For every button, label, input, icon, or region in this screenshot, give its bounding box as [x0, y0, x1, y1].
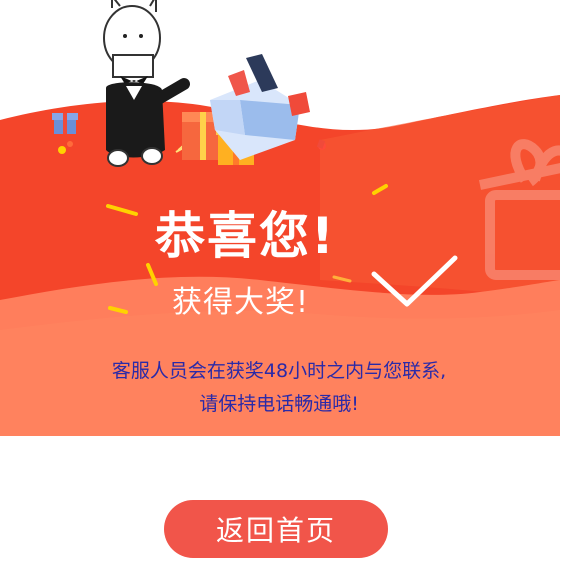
success-banner: 恭喜您! 获得大奖! 客服人员会在获奖48小时之内与您联系, 请保持电话畅通哦! — [0, 0, 569, 436]
return-home-button[interactable]: 返回首页 — [164, 500, 388, 558]
contact-notice-line1: 客服人员会在获奖48小时之内与您联系, — [111, 360, 447, 382]
prize-subtitle: 获得大奖! — [172, 285, 310, 320]
small-gift-icon — [52, 113, 78, 134]
contact-notice-line2: 请保持电话畅通哦! — [199, 393, 359, 415]
congrats-title: 恭喜您! — [155, 207, 336, 265]
